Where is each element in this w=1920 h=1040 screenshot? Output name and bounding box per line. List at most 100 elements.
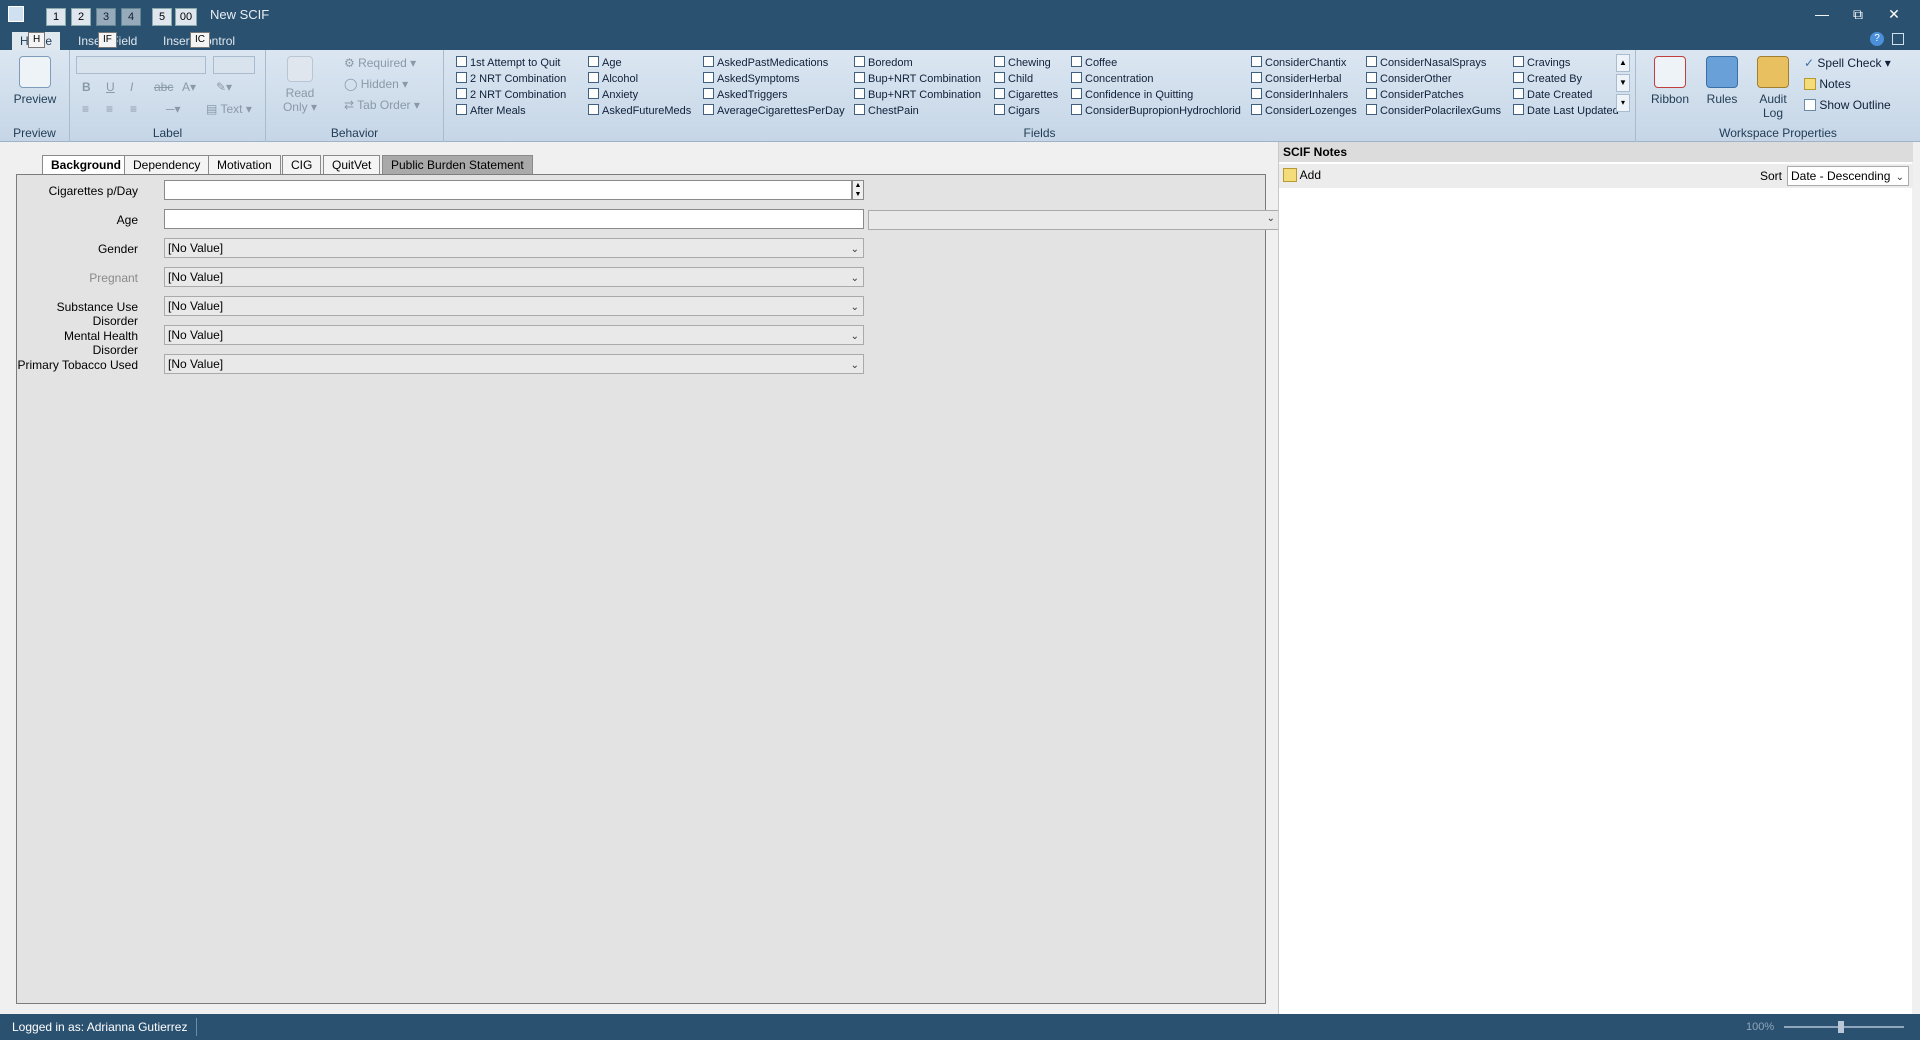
field-item[interactable]: AverageCigarettesPerDay xyxy=(703,104,845,119)
field-item[interactable]: Cravings xyxy=(1513,56,1570,71)
field-item[interactable]: Child xyxy=(994,72,1033,87)
qat-keytip-5[interactable]: 5 xyxy=(152,8,172,26)
highlight-color-icon[interactable]: ✎▾ xyxy=(216,80,232,94)
required-button[interactable]: ⚙ Required ▾ xyxy=(344,56,416,70)
strikethrough-icon[interactable]: abc xyxy=(154,80,173,94)
field-item[interactable]: AskedPastMedications xyxy=(703,56,828,71)
sort-select[interactable]: Date - Descending ⌄ xyxy=(1787,166,1909,186)
tab-dependency[interactable]: Dependency xyxy=(124,155,210,174)
field-item[interactable]: Anxiety xyxy=(588,88,638,103)
field-item[interactable]: ConsiderPatches xyxy=(1366,88,1464,103)
preview-button[interactable]: Preview xyxy=(8,56,62,106)
app-icon[interactable] xyxy=(8,6,24,22)
gallery-scroll-down[interactable]: ▼ xyxy=(1616,74,1630,92)
rules-button[interactable]: Rules xyxy=(1700,56,1744,106)
ribbon-button[interactable]: Ribbon xyxy=(1646,56,1694,106)
border-style-icon[interactable]: ─▾ xyxy=(166,102,181,116)
field-item[interactable]: Bup+NRT Combination xyxy=(854,88,981,103)
restore-icon[interactable]: ⧉ xyxy=(1844,4,1872,24)
field-item[interactable]: 2 NRT Combination xyxy=(456,88,566,103)
hidden-button[interactable]: ◯ Hidden ▾ xyxy=(344,77,408,91)
font-family-select[interactable] xyxy=(76,56,206,74)
magnifier-icon xyxy=(19,56,51,88)
align-right-icon[interactable]: ≡ xyxy=(130,102,137,116)
qat-keytip-4[interactable]: 4 xyxy=(121,8,141,26)
field-item[interactable]: Coffee xyxy=(1071,56,1117,71)
font-color-icon[interactable]: A▾ xyxy=(182,80,196,94)
field-item[interactable]: 1st Attempt to Quit xyxy=(456,56,561,71)
field-type-icon xyxy=(1366,56,1377,67)
field-item[interactable]: Created By xyxy=(1513,72,1582,87)
close-icon[interactable]: ✕ xyxy=(1880,4,1908,24)
window-options-icon[interactable] xyxy=(1892,33,1904,45)
field-item[interactable]: After Meals xyxy=(456,104,526,119)
field-item[interactable]: Date Last Updated xyxy=(1513,104,1619,119)
bold-icon[interactable]: B xyxy=(82,80,91,94)
tab-cig[interactable]: CIG xyxy=(282,155,322,174)
field-item[interactable]: ConsiderInhalers xyxy=(1251,88,1348,103)
primary-tobacco-select[interactable]: [No Value] ⌄ xyxy=(164,354,864,374)
field-item[interactable]: 2 NRT Combination xyxy=(456,72,566,87)
field-item-label: Date Last Updated xyxy=(1527,105,1619,117)
field-item[interactable]: Concentration xyxy=(1071,72,1154,87)
zoom-slider[interactable] xyxy=(1784,1026,1904,1028)
age-input[interactable] xyxy=(164,209,864,229)
field-type-icon xyxy=(703,88,714,99)
zoom-thumb[interactable] xyxy=(1838,1021,1844,1033)
qat-keytip-2[interactable]: 2 xyxy=(71,8,91,26)
age-unit-select[interactable]: ⌄ xyxy=(868,210,1280,230)
add-note-button[interactable]: Add xyxy=(1283,168,1321,182)
field-item[interactable]: ConsiderLozenges xyxy=(1251,104,1357,119)
tab-background[interactable]: Background xyxy=(42,155,131,175)
align-left-icon[interactable]: ≡ xyxy=(82,102,89,116)
mental-health-select[interactable]: [No Value] ⌄ xyxy=(164,325,864,345)
help-icon[interactable]: ? xyxy=(1870,32,1884,46)
field-item[interactable]: Age xyxy=(588,56,622,71)
field-item[interactable]: ConsiderHerbal xyxy=(1251,72,1341,87)
spell-check-button[interactable]: ✓ Spell Check ▾ xyxy=(1804,56,1891,70)
pregnant-select[interactable]: [No Value] ⌄ xyxy=(164,267,864,287)
cigarettes-spinner[interactable]: ▲ ▼ xyxy=(852,180,864,200)
field-item[interactable]: AskedSymptoms xyxy=(703,72,800,87)
field-item[interactable]: Cigars xyxy=(994,104,1040,119)
field-item[interactable]: ConsiderOther xyxy=(1366,72,1452,87)
substance-use-select[interactable]: [No Value] ⌄ xyxy=(164,296,864,316)
tab-quitvet[interactable]: QuitVet xyxy=(323,155,381,174)
field-item[interactable]: Confidence in Quitting xyxy=(1071,88,1193,103)
underline-icon[interactable]: U xyxy=(106,80,115,94)
gallery-expand[interactable]: ▾ xyxy=(1616,94,1630,112)
field-item[interactable]: Chewing xyxy=(994,56,1051,71)
field-type-icon xyxy=(456,72,467,83)
field-item[interactable]: AskedFutureMeds xyxy=(588,104,691,119)
field-item[interactable]: AskedTriggers xyxy=(703,88,788,103)
field-item[interactable]: Bup+NRT Combination xyxy=(854,72,981,87)
show-outline-button[interactable]: Show Outline xyxy=(1804,98,1891,112)
text-button[interactable]: ▤ Text ▾ xyxy=(206,102,252,116)
field-item[interactable]: ConsiderBupropionHydrochlorid xyxy=(1071,104,1241,119)
qat-keytip-1[interactable]: 1 xyxy=(46,8,66,26)
tab-motivation[interactable]: Motivation xyxy=(208,155,281,174)
read-only-button[interactable]: Read Only ▾ xyxy=(278,56,322,114)
qat-keytip-00[interactable]: 00 xyxy=(175,8,197,26)
italic-icon[interactable]: I xyxy=(130,80,133,94)
field-item[interactable]: Cigarettes xyxy=(994,88,1058,103)
field-item[interactable]: Boredom xyxy=(854,56,913,71)
gender-select[interactable]: [No Value] ⌄ xyxy=(164,238,864,258)
field-item[interactable]: Alcohol xyxy=(588,72,638,87)
minimize-icon[interactable]: — xyxy=(1808,4,1836,24)
field-item[interactable]: ConsiderNasalSprays xyxy=(1366,56,1486,71)
add-note-label: Add xyxy=(1299,168,1322,182)
field-item[interactable]: ConsiderPolacrilexGums xyxy=(1366,104,1501,119)
notes-button[interactable]: Notes xyxy=(1804,77,1851,91)
cigarettes-per-day-input[interactable] xyxy=(164,180,852,200)
font-size-select[interactable] xyxy=(213,56,255,74)
tab-order-button[interactable]: ⇄ Tab Order ▾ xyxy=(344,98,420,112)
gallery-scroll-up[interactable]: ▲ xyxy=(1616,54,1630,72)
tab-public-burden-statement[interactable]: Public Burden Statement xyxy=(382,155,533,174)
qat-keytip-3[interactable]: 3 xyxy=(96,8,116,26)
field-item[interactable]: Date Created xyxy=(1513,88,1592,103)
field-item[interactable]: ChestPain xyxy=(854,104,919,119)
align-center-icon[interactable]: ≡ xyxy=(106,102,113,116)
field-item[interactable]: ConsiderChantix xyxy=(1251,56,1346,71)
audit-log-button[interactable]: Audit Log xyxy=(1748,56,1798,120)
